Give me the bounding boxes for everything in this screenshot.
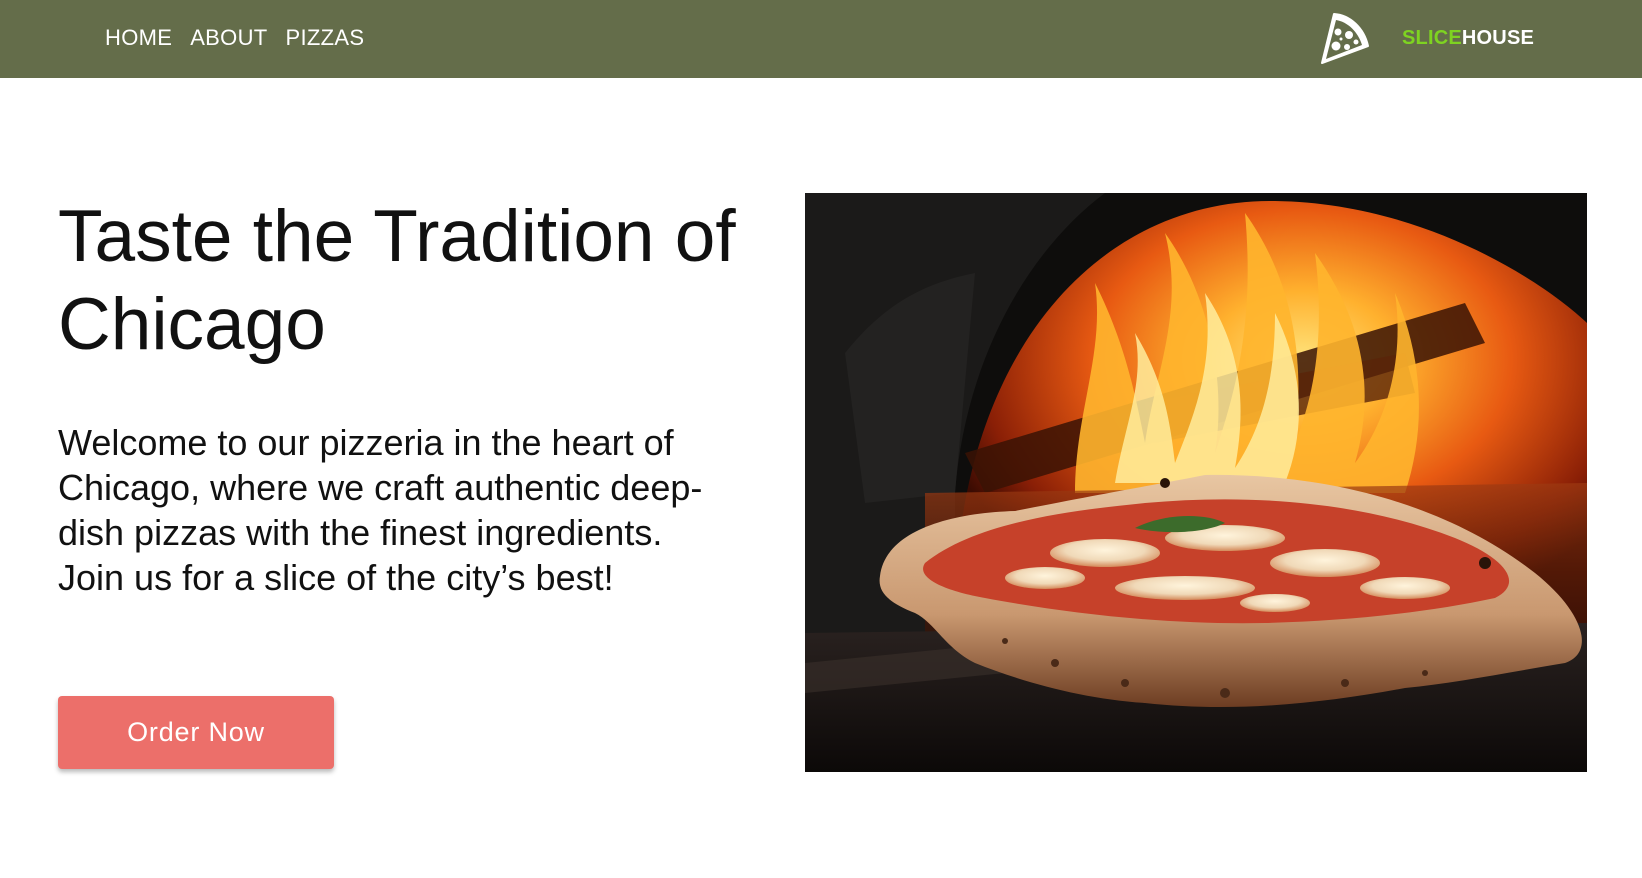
hero-title: Taste the Tradition of Chicago — [58, 196, 736, 365]
brand-logo[interactable]: SLICEHOUSE — [1316, 8, 1534, 68]
nav-link-about[interactable]: ABOUT — [190, 25, 267, 51]
nav-links: HOME ABOUT PIZZAS — [105, 0, 382, 75]
brand-name-house: HOUSE — [1461, 26, 1535, 49]
hero-description: Welcome to our pizzeria in the heart of … — [58, 422, 703, 598]
hero-image — [805, 193, 1587, 772]
brand-name-slice: SLICE — [1402, 26, 1462, 49]
nav-link-home[interactable]: HOME — [105, 25, 172, 51]
nav-link-pizzas[interactable]: PIZZAS — [286, 25, 365, 51]
pizza-slice-icon — [1321, 13, 1369, 64]
navbar: HOME ABOUT PIZZAS SLICEHOUSE — [0, 0, 1642, 78]
order-now-button[interactable]: Order Now — [58, 696, 334, 769]
brand-name: SLICEHOUSE — [1402, 27, 1534, 50]
